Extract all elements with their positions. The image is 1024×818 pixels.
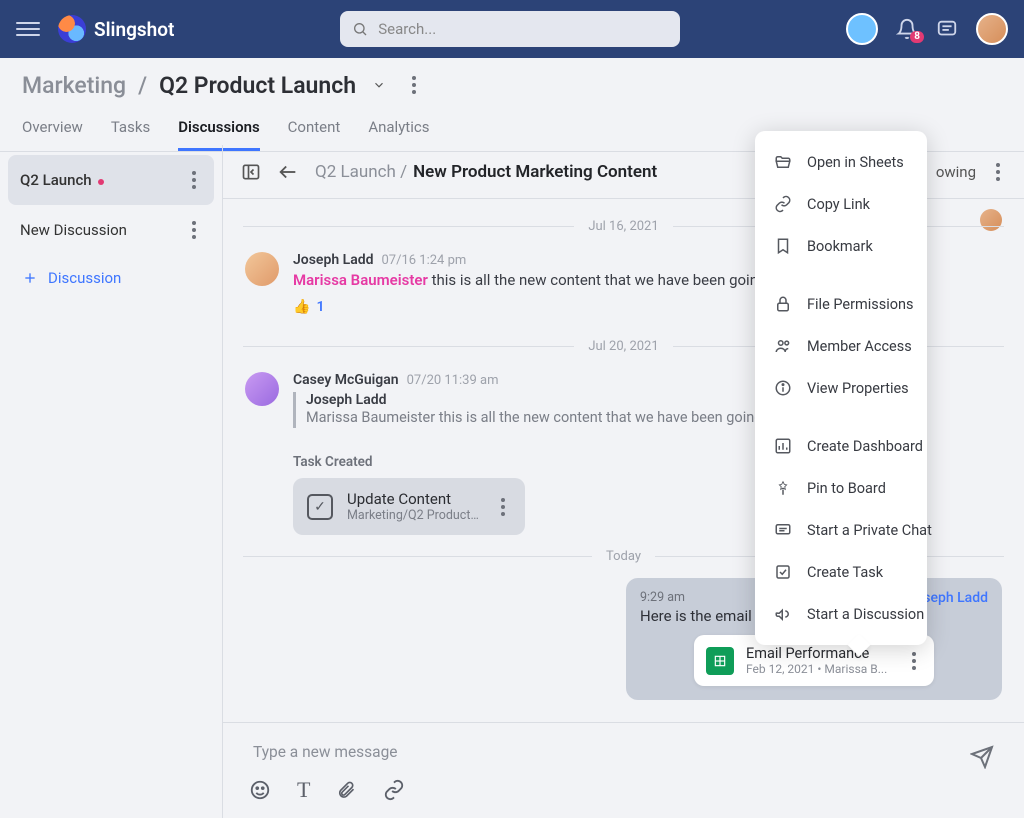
menu-bookmark[interactable]: Bookmark bbox=[755, 225, 927, 267]
thread-path[interactable]: Q2 Launch / bbox=[315, 162, 407, 182]
avatar[interactable] bbox=[245, 252, 279, 286]
pin-icon bbox=[773, 478, 793, 498]
lock-icon bbox=[773, 294, 793, 314]
chat-icon bbox=[773, 520, 793, 540]
chevron-down-icon[interactable] bbox=[372, 78, 386, 92]
discussions-sidebar: Q2 Launch New Discussion Discussion bbox=[0, 145, 223, 818]
app-logo[interactable]: Slingshot bbox=[58, 15, 174, 43]
sidebar-item-more[interactable] bbox=[186, 215, 202, 245]
breadcrumb-current[interactable]: Q2 Product Launch bbox=[159, 72, 356, 99]
menu-pin-to-board[interactable]: Pin to Board bbox=[755, 467, 927, 509]
user-avatar[interactable] bbox=[976, 13, 1008, 45]
task-more-button[interactable] bbox=[495, 492, 511, 522]
send-button[interactable] bbox=[970, 745, 994, 769]
emoji-button[interactable] bbox=[249, 779, 271, 801]
task-icon: ✓ bbox=[307, 494, 333, 520]
breadcrumb: Marketing / Q2 Product Launch bbox=[0, 58, 1024, 112]
notifications-button[interactable]: 8 bbox=[896, 18, 918, 40]
top-navbar: Slingshot Search... 8 bbox=[0, 0, 1024, 58]
sidebar-item-label: Q2 Launch bbox=[20, 171, 92, 189]
file-more-button[interactable] bbox=[906, 646, 922, 676]
text-format-button[interactable]: T bbox=[297, 777, 310, 803]
file-context-menu: Open in Sheets Copy Link Bookmark File P… bbox=[755, 131, 927, 645]
link-icon bbox=[773, 194, 793, 214]
file-title: Email Performance bbox=[746, 645, 894, 662]
thread-title: New Product Marketing Content bbox=[413, 162, 657, 182]
breadcrumb-parent[interactable]: Marketing bbox=[22, 72, 126, 99]
task-sub: Marketing/Q2 Product L... bbox=[347, 508, 481, 523]
attach-button[interactable] bbox=[336, 779, 356, 801]
message-time: 07/20 11:39 am bbox=[407, 373, 499, 388]
send-icon bbox=[970, 745, 994, 769]
hamburger-icon[interactable] bbox=[16, 22, 40, 36]
link-icon bbox=[382, 779, 406, 801]
app-name: Slingshot bbox=[94, 18, 174, 41]
message-author[interactable]: Joseph Ladd bbox=[293, 252, 373, 268]
sidebar-item-more[interactable] bbox=[186, 165, 202, 195]
add-discussion-button[interactable]: Discussion bbox=[8, 255, 214, 301]
message-time: 07/16 1:24 pm bbox=[381, 253, 466, 268]
task-title: Update Content bbox=[347, 490, 481, 508]
unread-dot-icon bbox=[98, 179, 104, 185]
chat-icon bbox=[936, 18, 958, 40]
follow-label[interactable]: owing bbox=[936, 163, 976, 181]
menu-start-private-chat[interactable]: Start a Private Chat bbox=[755, 509, 927, 551]
sidebar-item-label: New Discussion bbox=[20, 221, 127, 239]
plus-icon bbox=[22, 270, 38, 286]
collapse-sidebar-button[interactable] bbox=[241, 162, 261, 182]
task-card[interactable]: ✓ Update Content Marketing/Q2 Product L.… bbox=[293, 478, 525, 535]
avatar[interactable] bbox=[245, 372, 279, 406]
paperclip-icon bbox=[336, 779, 356, 801]
menu-open-in-sheets[interactable]: Open in Sheets bbox=[755, 141, 927, 183]
project-more-button[interactable] bbox=[406, 70, 422, 100]
sheets-icon bbox=[706, 647, 734, 675]
guest-avatar[interactable] bbox=[846, 13, 878, 45]
sidebar-item-q2-launch[interactable]: Q2 Launch bbox=[8, 155, 214, 205]
seen-by[interactable]: seph Ladd bbox=[923, 590, 988, 606]
message-author[interactable]: Casey McGuigan bbox=[293, 372, 399, 388]
link-button[interactable] bbox=[382, 779, 406, 801]
breadcrumb-sep: / bbox=[138, 72, 147, 99]
members-icon bbox=[773, 336, 793, 356]
logo-mark-icon bbox=[58, 15, 86, 43]
menu-create-task[interactable]: Create Task bbox=[755, 551, 927, 593]
bookmark-icon bbox=[773, 236, 793, 256]
composer-input[interactable]: Type a new message bbox=[249, 735, 998, 777]
reaction-count: 1 bbox=[316, 299, 324, 315]
search-input[interactable]: Search... bbox=[340, 11, 680, 47]
thumbs-up-icon: 👍 bbox=[293, 299, 310, 315]
mention[interactable]: Marissa Baumeister bbox=[293, 271, 428, 289]
notification-badge: 8 bbox=[910, 31, 924, 43]
search-placeholder: Search... bbox=[378, 20, 436, 38]
add-discussion-label: Discussion bbox=[48, 269, 121, 287]
file-sub: Feb 12, 2021 • Marissa B... bbox=[746, 662, 894, 676]
chat-button[interactable] bbox=[936, 18, 958, 40]
message-composer: Type a new message T bbox=[223, 722, 1024, 818]
menu-member-access[interactable]: Member Access bbox=[755, 325, 927, 367]
back-button[interactable] bbox=[277, 161, 299, 183]
menu-create-dashboard[interactable]: Create Dashboard bbox=[755, 425, 927, 467]
menu-start-discussion[interactable]: Start a Discussion bbox=[755, 593, 927, 635]
task-icon bbox=[773, 562, 793, 582]
menu-view-properties[interactable]: View Properties bbox=[755, 367, 927, 409]
smile-icon bbox=[249, 779, 271, 801]
dashboard-icon bbox=[773, 436, 793, 456]
megaphone-icon bbox=[773, 604, 793, 624]
sidebar-item-new-discussion[interactable]: New Discussion bbox=[8, 205, 214, 255]
search-icon bbox=[352, 21, 368, 37]
menu-file-permissions[interactable]: File Permissions bbox=[755, 283, 927, 325]
thread-more-button[interactable] bbox=[990, 157, 1006, 187]
menu-copy-link[interactable]: Copy Link bbox=[755, 183, 927, 225]
info-icon bbox=[773, 378, 793, 398]
folder-open-icon bbox=[773, 152, 793, 172]
